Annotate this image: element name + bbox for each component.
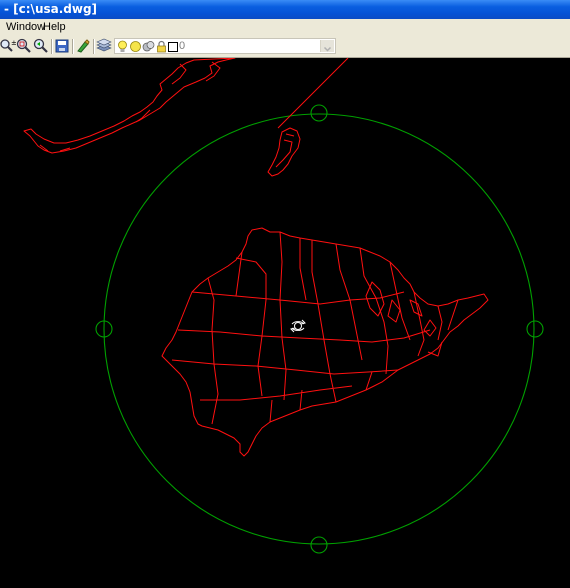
orbit-cursor-icon	[290, 319, 306, 333]
usa-outline	[161, 227, 489, 457]
drawing-canvas[interactable]	[0, 58, 570, 588]
alaska-coast-detail	[39, 61, 221, 152]
menu-bar: Window Help	[0, 19, 570, 36]
orbit-handle-bottom[interactable]	[310, 536, 328, 554]
layer-dropdown[interactable]: 0	[114, 38, 336, 54]
toolbar: ± 0	[0, 36, 570, 58]
bulb-icon[interactable]	[116, 40, 129, 53]
sun-icon[interactable]	[129, 40, 142, 53]
toolbar-separator	[93, 39, 95, 54]
menu-window[interactable]: Window	[6, 21, 45, 34]
orbit-circle	[103, 113, 535, 545]
freeze-icon[interactable]	[142, 40, 155, 53]
match-properties-icon[interactable]	[75, 38, 91, 54]
orbit-handle-right[interactable]	[526, 320, 544, 338]
window-title-bar: - [c:\usa.dwg]	[0, 0, 570, 19]
layers-icon[interactable]	[96, 38, 112, 54]
usa-map-drawing	[23, 58, 489, 457]
zoom-window-icon[interactable]	[16, 38, 32, 54]
florida-like-island	[267, 127, 301, 177]
3d-orbit-arcball	[95, 104, 544, 554]
great-lakes-and-coast-detail	[365, 281, 443, 357]
lock-icon[interactable]	[155, 40, 168, 53]
zoom-realtime-icon[interactable]: ±	[0, 38, 16, 54]
zoom-previous-icon[interactable]	[33, 38, 49, 54]
alaska-outline	[23, 58, 236, 154]
save-icon[interactable]	[54, 38, 70, 54]
layer-name: 0	[179, 40, 186, 52]
island-inner-detail	[275, 133, 295, 168]
dropdown-arrow-icon[interactable]	[320, 40, 334, 52]
toolbar-separator	[72, 39, 74, 54]
orbit-handle-top[interactable]	[310, 104, 328, 122]
menu-help[interactable]: Help	[43, 21, 66, 34]
state-boundaries	[171, 231, 459, 425]
toolbar-separator	[51, 39, 53, 54]
window-title: - [c:\usa.dwg]	[4, 2, 98, 16]
layer-color-icon[interactable]	[168, 42, 178, 52]
